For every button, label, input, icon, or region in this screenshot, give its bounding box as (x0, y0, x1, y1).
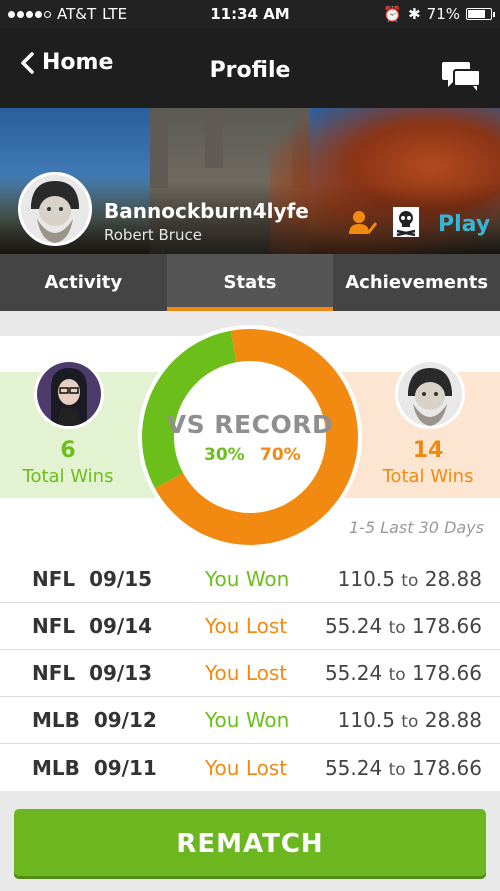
game-row[interactable]: MLB 09/11 You Lost 55.24 to 178.66 (0, 744, 500, 791)
profile-tabs: Activity Stats Achievements (0, 254, 500, 311)
nav-bar: Home Profile (0, 28, 500, 108)
game-date: 09/11 (93, 755, 157, 780)
opponent-percent: 30% (204, 445, 245, 465)
score-a: 55.24 (324, 614, 383, 638)
game-league: MLB (32, 755, 80, 780)
game-result: You Lost (205, 614, 288, 638)
profile-real-name: Robert Bruce (104, 226, 202, 244)
game-result: You Won (205, 708, 290, 732)
rematch-button[interactable]: REMATCH (14, 809, 486, 879)
game-row[interactable]: MLB 09/12 You Won 110.5 to 28.88 (0, 697, 500, 744)
player-wins-count: 14 (412, 438, 444, 463)
signal-strength-icon (8, 10, 51, 18)
alarm-icon: ⏰ (383, 5, 403, 23)
chat-bubbles-icon (442, 62, 481, 91)
score-a: 110.5 (337, 567, 395, 591)
record-title: VS RECORD (166, 410, 334, 439)
battery-percent: 71% (426, 5, 460, 23)
score-b: 178.66 (412, 661, 482, 685)
game-date: 09/14 (89, 614, 153, 638)
bluetooth-icon: ✱ (408, 5, 421, 23)
user-avatar[interactable] (18, 172, 92, 246)
profile-username: Bannockburn4lyfe (104, 199, 309, 223)
game-league: NFL (32, 567, 76, 591)
opponent-avatar[interactable] (34, 359, 104, 429)
game-league: NFL (32, 661, 76, 685)
opponent-wins-count: 6 (60, 438, 76, 463)
game-row[interactable]: NFL 09/15 You Won 110.5 to 28.88 (0, 556, 500, 603)
score-joiner: to (388, 618, 406, 638)
score-b: 178.66 (412, 614, 482, 638)
score-b: 28.88 (424, 567, 482, 591)
game-date: 09/13 (89, 661, 153, 685)
user-check-icon (349, 211, 378, 235)
score-joiner: to (388, 759, 406, 780)
profile-screen: AT&T LTE 11:34 AM ⏰ ✱ 71% Home Profile B… (0, 0, 500, 891)
game-row[interactable]: NFL 09/14 You Lost 55.24 to 178.66 (0, 603, 500, 650)
game-list: NFL 09/15 You Won 110.5 to 28.88 NFL 09/… (0, 556, 500, 791)
tab-stats[interactable]: Stats (166, 254, 334, 311)
page-title: Profile (209, 58, 291, 83)
skull-shield-icon (393, 207, 419, 237)
play-button[interactable]: Play (438, 212, 490, 237)
carrier-label: AT&T (57, 5, 97, 23)
add-friend-button[interactable] (349, 210, 378, 240)
game-date: 09/12 (93, 708, 157, 732)
score-a: 110.5 (337, 708, 395, 732)
game-result: You Lost (205, 661, 288, 685)
status-bar: AT&T LTE 11:34 AM ⏰ ✱ 71% (0, 0, 500, 28)
tab-achievements[interactable]: Achievements (333, 254, 500, 311)
footer: REMATCH (0, 793, 500, 891)
banner-tower (205, 108, 223, 168)
player-wins-label: Total Wins (382, 466, 474, 487)
opponent-wins-label: Total Wins (22, 466, 114, 487)
chat-button[interactable] (440, 60, 482, 96)
score-b: 28.88 (424, 708, 482, 732)
score-joiner: to (401, 571, 419, 591)
game-result: You Lost (205, 755, 288, 780)
game-date: 09/15 (89, 567, 153, 591)
skull-badge-button[interactable] (392, 206, 420, 242)
game-row[interactable]: NFL 09/13 You Lost 55.24 to 178.66 (0, 650, 500, 697)
banner-tower (150, 108, 168, 188)
player-percent: 70% (260, 445, 301, 465)
game-league: NFL (32, 614, 76, 638)
game-result: You Won (205, 567, 290, 591)
score-a: 55.24 (324, 661, 383, 685)
player-avatar[interactable] (395, 359, 465, 429)
score-b: 178.66 (412, 755, 482, 780)
score-a: 55.24 (324, 755, 383, 780)
network-label: LTE (102, 5, 128, 23)
game-league: MLB (32, 708, 80, 732)
score-joiner: to (401, 712, 419, 732)
score-joiner: to (388, 665, 406, 685)
battery-icon (466, 8, 495, 20)
period-label: 1-5 Last 30 Days (348, 518, 484, 537)
tab-activity[interactable]: Activity (0, 254, 167, 311)
